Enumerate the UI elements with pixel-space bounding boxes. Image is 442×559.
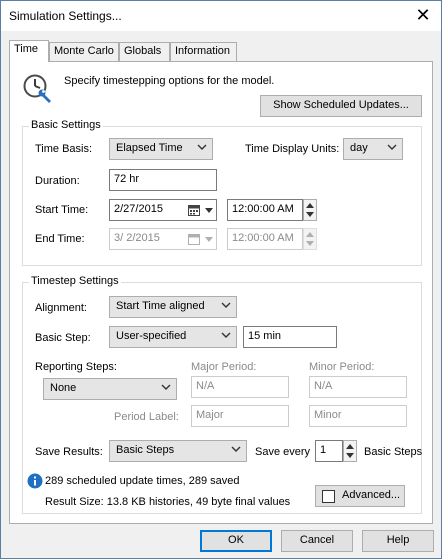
save-every-spinner[interactable] xyxy=(343,440,357,462)
spin-up-icon xyxy=(304,229,316,239)
basic-settings-group: Basic Settings Time Basis: Elapsed Time … xyxy=(22,119,422,266)
ok-button[interactable]: OK xyxy=(200,530,272,552)
time-basis-value: Elapsed Time xyxy=(116,142,183,154)
title-bar[interactable]: Simulation Settings... ✕ xyxy=(1,1,441,31)
minor-period-input: N/A xyxy=(309,376,407,398)
tab-monte-carlo[interactable]: Monte Carlo xyxy=(49,42,119,61)
calendar-icon xyxy=(188,234,200,245)
chevron-down-icon xyxy=(161,384,171,390)
basic-step-length-value: 15 min xyxy=(248,330,282,342)
time-tab-panel: Specify timestepping options for the mod… xyxy=(9,61,433,524)
period-label-major-input: Major xyxy=(191,405,289,427)
chevron-down-icon xyxy=(221,302,231,308)
alignment-select[interactable]: Start Time aligned xyxy=(109,296,237,318)
advanced-checkbox[interactable] xyxy=(322,490,335,503)
info-icon xyxy=(27,473,43,489)
end-clock-value: 12:00:00 AM xyxy=(232,232,294,244)
save-results-value: Basic Steps xyxy=(116,444,175,456)
period-label-label: Period Label: xyxy=(114,411,179,423)
result-size-info: Result Size: 13.8 KB histories, 49 byte … xyxy=(45,496,291,508)
period-label-minor-input: Minor xyxy=(309,405,407,427)
save-every-label: Save every xyxy=(255,446,311,458)
tab-information[interactable]: Information xyxy=(170,42,237,61)
basic-step-label: Basic Step: xyxy=(35,332,91,344)
spin-down-icon[interactable] xyxy=(344,451,356,461)
spin-up-icon[interactable] xyxy=(344,441,356,451)
spin-down-icon[interactable] xyxy=(304,210,316,220)
time-display-units-value: day xyxy=(350,142,368,154)
chevron-down-icon xyxy=(387,144,397,150)
time-display-units-label: Time Display Units: xyxy=(245,143,340,155)
header-description: Specify timestepping options for the mod… xyxy=(64,75,275,87)
advanced-label: Advanced... xyxy=(342,489,401,501)
tab-globals[interactable]: Globals xyxy=(119,42,170,61)
major-period-label: Major Period: xyxy=(191,361,257,373)
clock-wrench-icon xyxy=(23,74,51,103)
simulation-settings-dialog: Simulation Settings... ✕ Time Monte Carl… xyxy=(0,0,442,559)
spin-down-icon xyxy=(304,239,316,249)
start-date-value: 2/27/2015 xyxy=(114,203,163,215)
alignment-label: Alignment: xyxy=(35,302,87,314)
scheduled-updates-info: 289 scheduled update times, 289 saved xyxy=(45,475,240,487)
alignment-value: Start Time aligned xyxy=(116,300,205,312)
chevron-down-icon xyxy=(231,446,241,452)
start-time-spinner[interactable] xyxy=(303,199,317,221)
reporting-steps-label: Reporting Steps: xyxy=(35,361,117,373)
end-time-input: 12:00:00 AM xyxy=(227,228,303,250)
major-period-value: N/A xyxy=(196,380,215,392)
end-date-picker: 3/ 2/2015 xyxy=(109,228,217,250)
calendar-icon[interactable] xyxy=(188,204,200,216)
dropdown-arrow-icon xyxy=(205,237,213,242)
time-display-units-select[interactable]: day xyxy=(343,138,403,160)
dropdown-arrow-icon[interactable] xyxy=(205,208,213,214)
basic-step-length-input[interactable]: 15 min xyxy=(243,326,337,348)
window-title: Simulation Settings... xyxy=(9,9,122,23)
duration-input[interactable]: 72 hr xyxy=(109,169,217,191)
major-period-input: N/A xyxy=(191,376,289,398)
end-date-value: 3/ 2/2015 xyxy=(114,232,160,244)
start-time-input[interactable]: 12:00:00 AM xyxy=(227,199,303,221)
minor-period-value: N/A xyxy=(314,380,333,392)
cancel-button[interactable]: Cancel xyxy=(281,530,353,552)
timestep-settings-group: Timestep Settings Alignment: Start Time … xyxy=(22,275,423,514)
end-time-spinner xyxy=(303,228,317,250)
help-button[interactable]: Help xyxy=(362,530,434,552)
save-results-select[interactable]: Basic Steps xyxy=(109,440,247,462)
reporting-steps-value: None xyxy=(50,382,77,394)
timestep-settings-title: Timestep Settings xyxy=(29,275,121,287)
time-basis-label: Time Basis: xyxy=(35,143,93,155)
duration-value: 72 hr xyxy=(114,173,140,185)
save-every-unit: Basic Steps xyxy=(364,446,423,458)
tab-time[interactable]: Time xyxy=(9,40,49,62)
duration-label: Duration: xyxy=(35,175,80,187)
end-time-label: End Time: xyxy=(35,233,85,245)
save-every-input[interactable]: 1 xyxy=(315,440,343,462)
start-time-label: Start Time: xyxy=(35,204,89,216)
time-basis-select[interactable]: Elapsed Time xyxy=(109,138,213,160)
basic-step-select[interactable]: User-specified xyxy=(109,326,237,348)
minor-period-label: Minor Period: xyxy=(309,361,375,373)
show-scheduled-updates-button[interactable]: Show Scheduled Updates... xyxy=(260,95,422,117)
basic-step-value: User-specified xyxy=(116,330,187,342)
save-results-label: Save Results: xyxy=(35,446,103,458)
start-date-picker[interactable]: 2/27/2015 xyxy=(109,199,217,221)
close-icon[interactable]: ✕ xyxy=(413,5,433,25)
advanced-button[interactable]: Advanced... xyxy=(315,485,405,507)
period-label-minor-value: Minor xyxy=(314,409,342,421)
chevron-down-icon xyxy=(197,144,207,150)
save-every-value: 1 xyxy=(320,444,327,456)
spin-up-icon[interactable] xyxy=(304,200,316,210)
chevron-down-icon xyxy=(221,332,231,338)
reporting-steps-select[interactable]: None xyxy=(43,378,177,400)
period-label-major-value: Major xyxy=(196,409,224,421)
basic-settings-title: Basic Settings xyxy=(29,119,103,131)
start-clock-value: 12:00:00 AM xyxy=(232,203,294,215)
